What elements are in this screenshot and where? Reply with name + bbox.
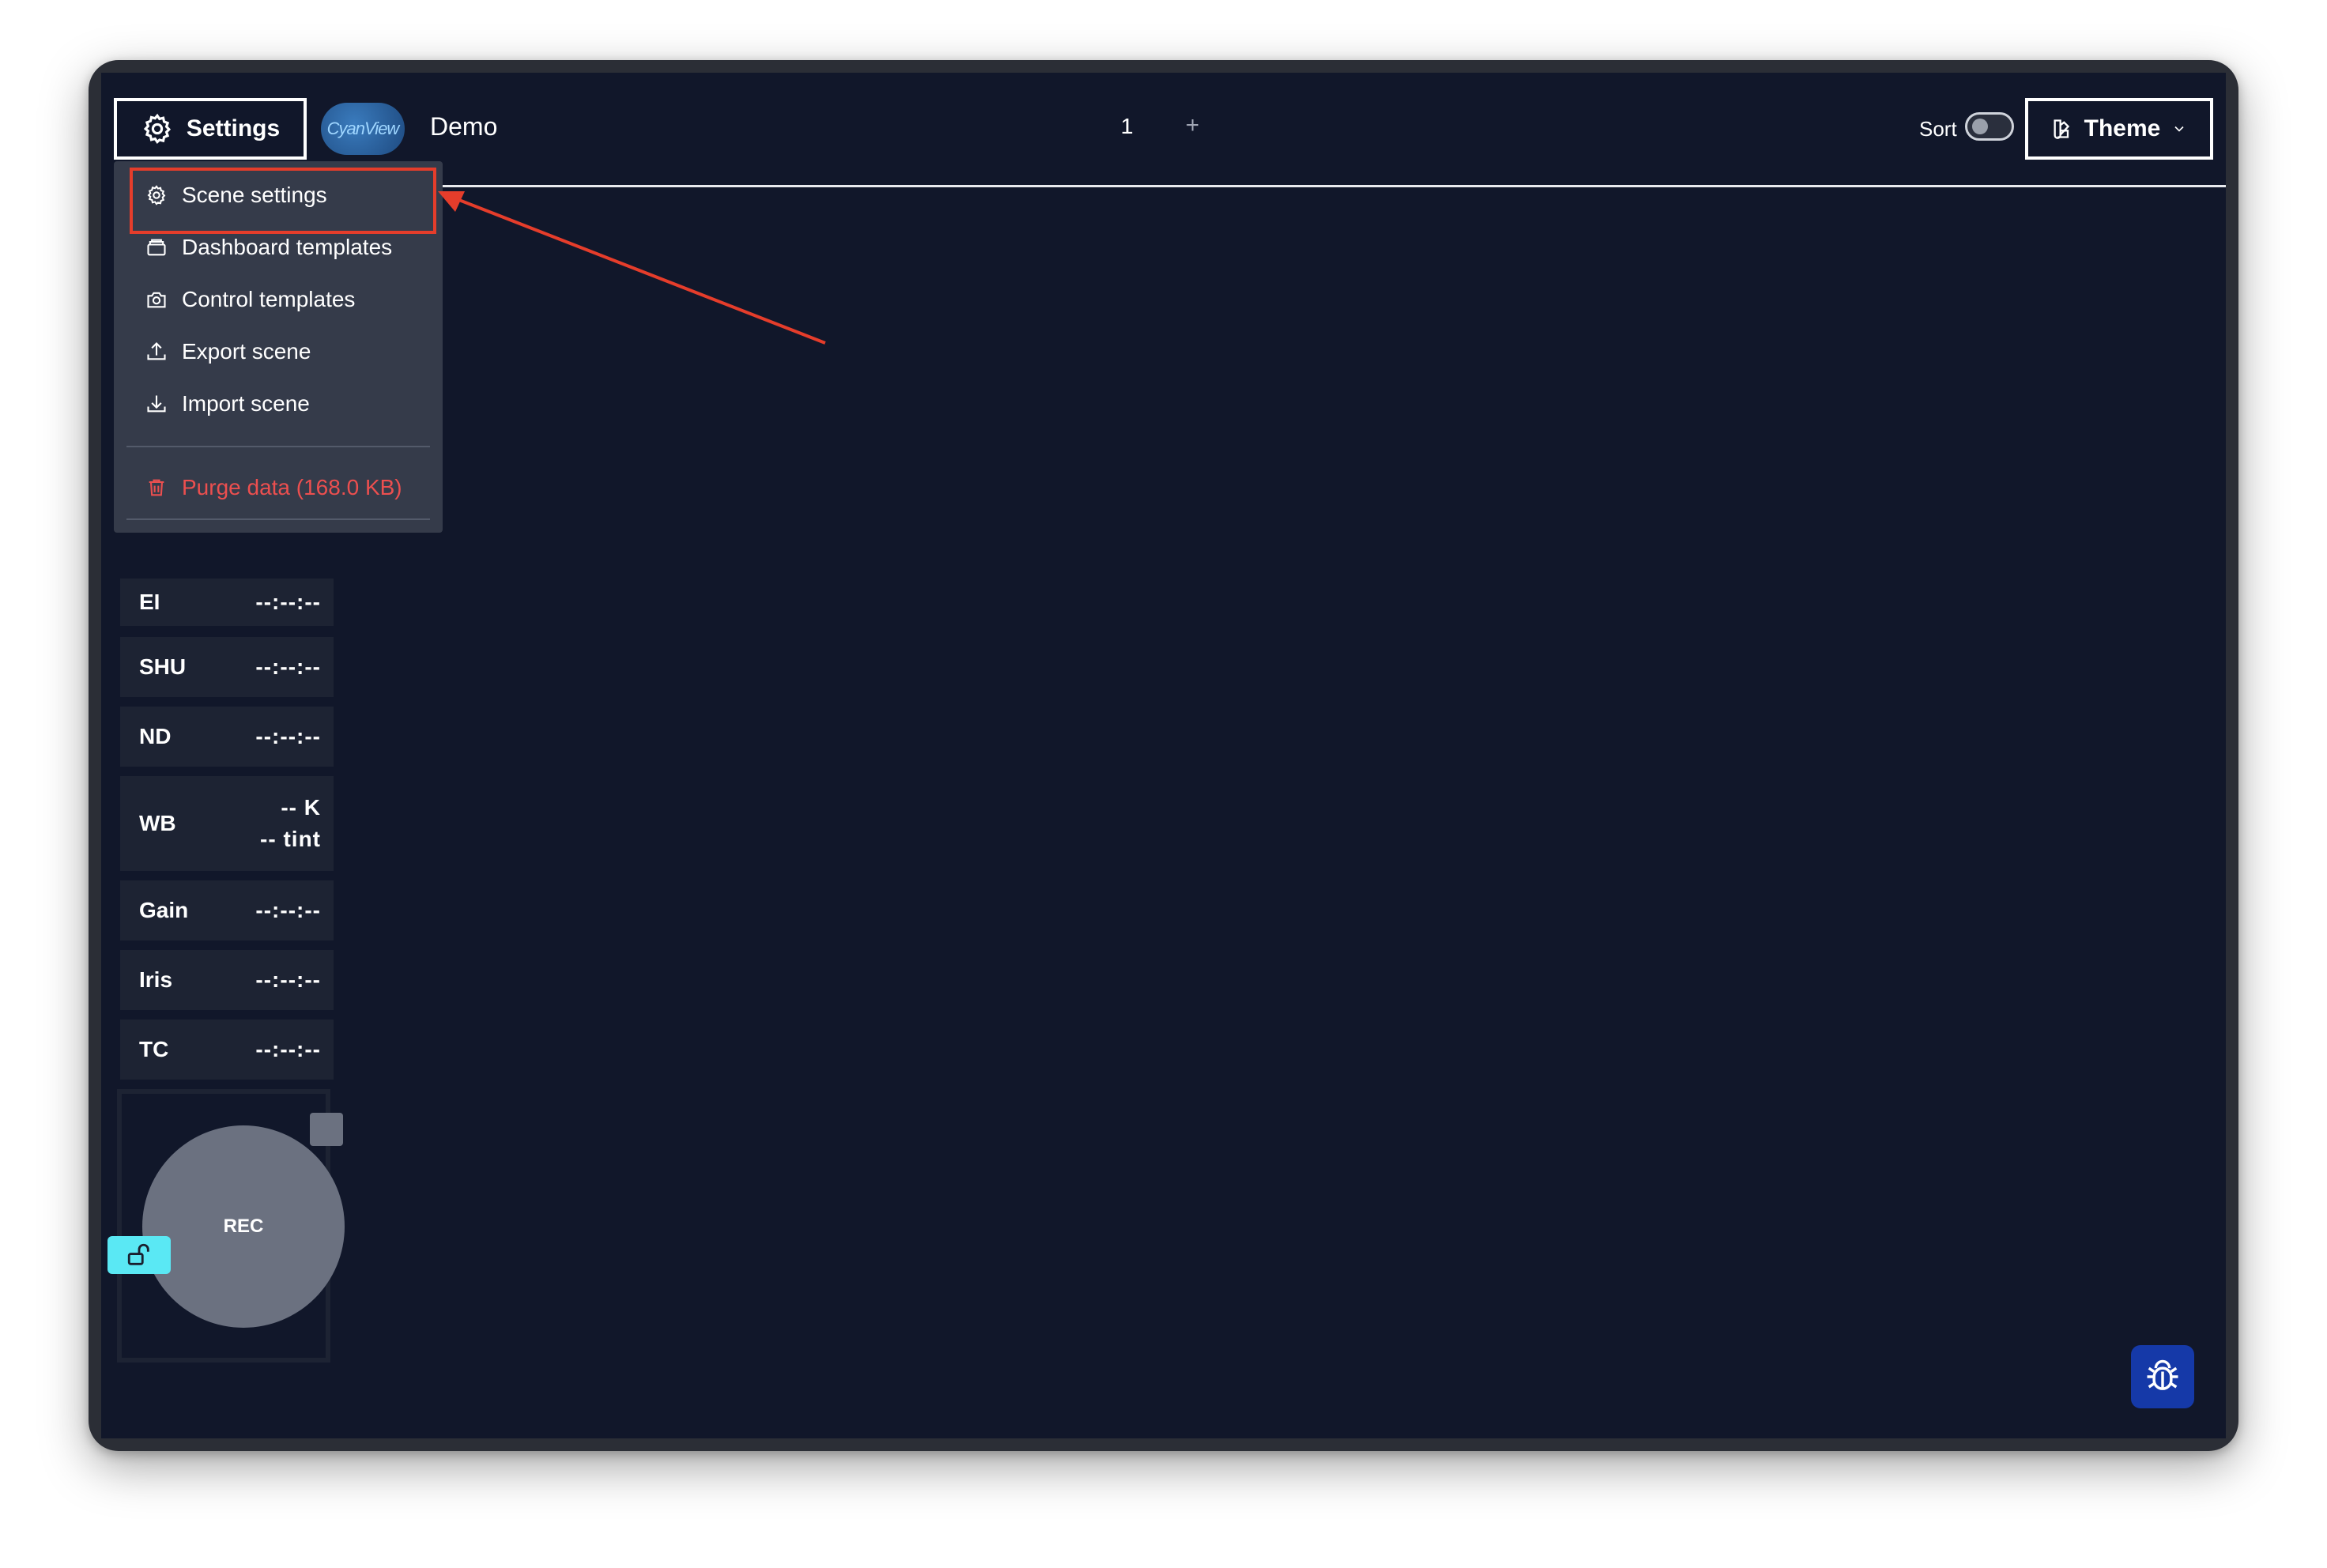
wb-tint-value: -- tint <box>260 827 321 851</box>
param-value: --:--:-- <box>255 654 321 679</box>
gear-icon <box>143 113 171 145</box>
param-value: --:--:-- <box>255 724 321 748</box>
param-value: --:--:-- <box>255 967 321 992</box>
menu-item-import-scene[interactable]: Import scene <box>114 378 443 430</box>
param-value: --:--:-- <box>255 590 321 614</box>
param-label: Gain <box>139 898 189 922</box>
menu-item-label: Dashboard templates <box>182 235 393 259</box>
sort-label: Sort <box>1919 117 1957 141</box>
tab-1[interactable]: 1 <box>1121 114 1133 139</box>
param-label: Iris <box>139 967 173 992</box>
param-row-gain[interactable]: Gain --:--:-- <box>120 880 334 940</box>
param-label: SHU <box>139 654 187 679</box>
settings-label: Settings <box>186 115 281 141</box>
menu-divider <box>126 446 430 447</box>
settings-button[interactable]: Settings <box>114 98 307 160</box>
app-screen: Settings CyanView Demo 1 + Sort Theme EI… <box>101 73 2226 1438</box>
param-row-tc[interactable]: TC --:--:-- <box>120 1020 334 1080</box>
annotation-highlight-box <box>130 168 436 234</box>
param-value: --:--:-- <box>255 1037 321 1061</box>
upload-icon <box>147 342 166 360</box>
param-label: EI <box>139 590 160 614</box>
menu-item-label: Export scene <box>182 339 311 364</box>
menu-item-purge-data[interactable]: Purge data (168.0 KB) <box>114 462 443 514</box>
layers-icon <box>147 239 166 256</box>
theme-label: Theme <box>2084 115 2161 141</box>
unlock-icon <box>127 1243 149 1265</box>
add-tab-button[interactable]: + <box>1186 112 1200 139</box>
cyanview-logo: CyanView <box>321 103 405 155</box>
param-row-ei[interactable]: EI --:--:-- <box>120 579 334 626</box>
bug-report-button[interactable] <box>2131 1345 2194 1408</box>
sort-toggle[interactable] <box>1965 112 2014 141</box>
menu-item-label: Control templates <box>182 287 356 311</box>
lock-button[interactable] <box>107 1236 171 1274</box>
param-value: --:--:-- <box>255 898 321 922</box>
download-icon <box>147 395 166 413</box>
rec-panel: REC <box>117 1089 345 1363</box>
menu-item-label: Import scene <box>182 391 310 416</box>
param-label: TC <box>139 1037 169 1061</box>
palette-icon <box>2054 119 2069 139</box>
param-row-wb[interactable]: WB -- K -- tint <box>120 776 334 871</box>
toggle-knob <box>1972 119 1988 134</box>
theme-button[interactable]: Theme <box>2025 98 2213 160</box>
param-value: -- K -- tint <box>260 792 321 855</box>
bug-icon <box>2147 1359 2178 1390</box>
menu-item-label: Purge data (168.0 KB) <box>182 475 402 499</box>
wb-kelvin-value: -- K <box>281 795 321 820</box>
param-label: WB <box>139 811 176 835</box>
scene-name: Demo <box>430 112 498 141</box>
param-row-shu[interactable]: SHU --:--:-- <box>120 637 334 697</box>
menu-item-control-templates[interactable]: Control templates <box>114 273 443 326</box>
param-label: ND <box>139 724 172 748</box>
rec-select-checkbox[interactable] <box>310 1113 343 1146</box>
param-row-iris[interactable]: Iris --:--:-- <box>120 950 334 1010</box>
rec-button[interactable]: REC <box>142 1125 345 1328</box>
param-row-nd[interactable]: ND --:--:-- <box>120 707 334 767</box>
menu-item-export-scene[interactable]: Export scene <box>114 326 443 378</box>
chevron-down-icon <box>2174 126 2184 132</box>
camera-icon <box>147 292 166 308</box>
menu-divider <box>126 518 430 520</box>
trash-icon <box>149 479 164 496</box>
arrow-line <box>448 194 826 345</box>
